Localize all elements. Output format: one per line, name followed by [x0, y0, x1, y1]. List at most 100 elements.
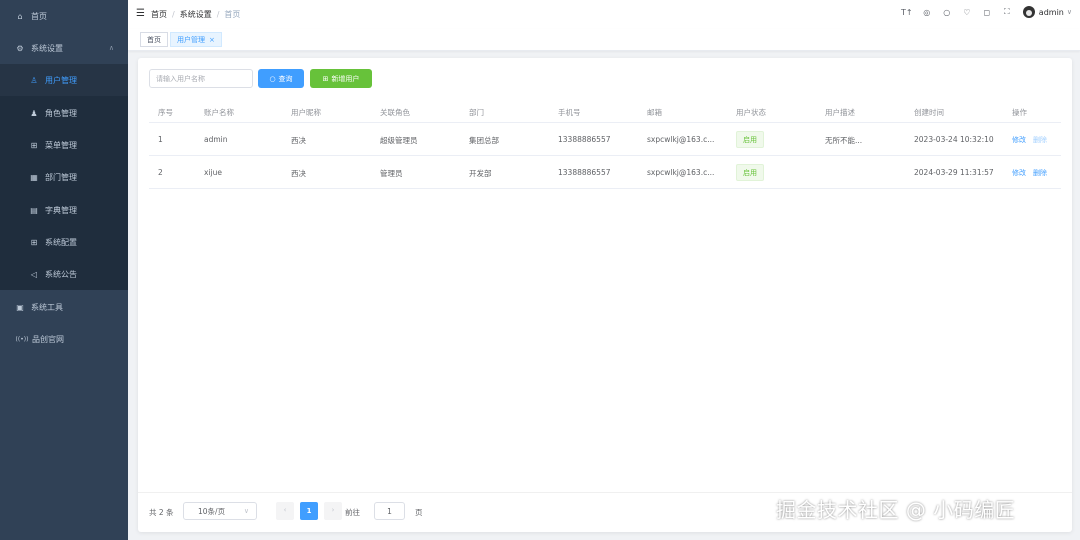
page-number-current[interactable]: 1: [300, 502, 318, 520]
edit-link[interactable]: 修改: [1012, 135, 1026, 145]
search-input[interactable]: [149, 69, 253, 88]
edit-link[interactable]: 修改: [1012, 168, 1026, 178]
cell-nickname: 西决: [291, 136, 306, 145]
cell-dept: 开发部: [469, 169, 492, 178]
sidebar-item-dept-management[interactable]: ▦ 部门管理: [0, 161, 128, 193]
cell-account: admin: [204, 135, 228, 144]
config-icon: ⊞: [30, 237, 38, 247]
sidebar-item-label: 菜单管理: [45, 140, 77, 150]
speaker-icon: ◁: [30, 269, 38, 279]
cell-role: 管理员: [380, 169, 403, 178]
tag-label: 用户管理: [177, 36, 205, 44]
cell-index: 1: [158, 135, 163, 144]
gear-icon: ⚙: [16, 43, 24, 53]
dictionary-icon: ▤: [30, 205, 38, 215]
column-header: 序号: [158, 108, 173, 117]
table-header: 序号 账户名称 用户昵称 关联角色 部门 手机号 邮箱 用户状态 用户描述 创建…: [149, 99, 1061, 123]
next-page-button[interactable]: ›: [324, 502, 342, 520]
goto-label: 前往: [345, 508, 360, 517]
sidebar-item-home[interactable]: ⌂ 首页: [0, 0, 128, 32]
cell-index: 2: [158, 168, 163, 177]
chevron-up-icon: ∧: [108, 44, 114, 52]
cell-phone: 13388886557: [558, 168, 611, 177]
sidebar-item-label: 系统设置: [31, 43, 63, 53]
sidebar-item-label: 部门管理: [45, 172, 77, 182]
cell-dept: 集团总部: [469, 136, 499, 145]
tag-user-management[interactable]: 用户管理 ×: [170, 32, 222, 47]
cell-nickname: 西决: [291, 169, 306, 178]
sidebar-item-system-tools[interactable]: ▣ 系统工具: [0, 291, 128, 323]
query-button-label: 查询: [278, 74, 293, 83]
breadcrumb-separator: /: [216, 10, 220, 19]
sidebar-item-label: 字典管理: [45, 205, 77, 215]
delete-link[interactable]: 删除: [1033, 135, 1047, 145]
avatar[interactable]: [1022, 6, 1035, 18]
grid-icon: ⊞: [30, 140, 38, 150]
user-icon: ♙: [30, 75, 38, 85]
sidebar: ⌂ 首页 ⚙ 系统设置 ∧ ♙ 用户管理 ♟ 角色管理 ⊞ 菜单管理 ▦ 部门管…: [0, 0, 128, 540]
sidebar-item-website[interactable]: ((•)) 品创官网: [0, 323, 128, 355]
column-header: 用户状态: [736, 108, 766, 117]
breadcrumb-item: 首页: [224, 10, 241, 19]
add-user-button[interactable]: ⊞ 新增用户: [310, 69, 372, 88]
page-jump-input[interactable]: 1: [374, 502, 405, 520]
column-header: 用户昵称: [291, 108, 321, 117]
add-user-button-label: 新增用户: [331, 74, 360, 83]
tag-home[interactable]: 首页: [140, 32, 168, 47]
column-header: 创建时间: [914, 108, 944, 117]
pagination-total: 共 2 条: [149, 508, 174, 517]
broadcast-icon: ((•)): [15, 335, 29, 343]
hamburger-icon[interactable]: ☰: [136, 8, 145, 19]
sidebar-item-label: 首页: [31, 11, 47, 21]
column-header: 用户描述: [825, 108, 855, 117]
page-size-select[interactable]: 10条/页 ∨: [183, 502, 257, 520]
sidebar-item-menu-management[interactable]: ⊞ 菜单管理: [0, 129, 128, 161]
sidebar-item-system-config[interactable]: ⊞ 系统配置: [0, 226, 128, 258]
search-icon: ○: [269, 74, 276, 83]
close-icon[interactable]: ×: [209, 36, 215, 44]
sidebar-item-label: 用户管理: [45, 75, 77, 85]
tools-icon: ▣: [16, 302, 24, 312]
column-header: 关联角色: [380, 108, 410, 117]
table-row: 2 xijue 西决 管理员 开发部 13388886557 sxpcwlkj@…: [149, 157, 1061, 189]
sidebar-item-label: 系统公告: [45, 269, 77, 279]
theme-icon[interactable]: ♡: [957, 8, 977, 17]
user-name[interactable]: admin: [1039, 8, 1064, 17]
sidebar-item-role-management[interactable]: ♟ 角色管理: [0, 97, 128, 129]
navbar-actions: T↑ ◎ ○ ♡ ◻ ⛶ admin ∨: [897, 6, 1072, 18]
sidebar-item-label: 系统工具: [31, 302, 63, 312]
column-header: 账户名称: [204, 108, 234, 117]
sidebar-item-label: 系统配置: [45, 237, 77, 247]
page-suffix-label: 页: [415, 508, 423, 517]
font-size-icon[interactable]: T↑: [897, 8, 917, 17]
prev-page-button[interactable]: ‹: [276, 502, 294, 520]
column-header: 操作: [1012, 108, 1027, 117]
breadcrumb-item[interactable]: 首页: [151, 10, 167, 19]
watermark: 掘金技术社区 @ 小码编匠: [776, 498, 1016, 522]
github-icon[interactable]: ◎: [917, 8, 937, 17]
chevron-down-icon[interactable]: ∨: [1067, 8, 1072, 16]
cell-phone: 13388886557: [558, 135, 611, 144]
cell-email: sxpcwlkj@163.c...: [647, 168, 715, 177]
table-row: 1 admin 西决 超级管理员 集团总部 13388886557 sxpcwl…: [149, 124, 1061, 156]
sidebar-item-dict-management[interactable]: ▤ 字典管理: [0, 194, 128, 226]
status-badge: 启用: [736, 164, 764, 181]
role-icon: ♟: [30, 108, 38, 118]
cell-email: sxpcwlkj@163.c...: [647, 135, 715, 144]
query-button[interactable]: ○ 查询: [258, 69, 304, 88]
cell-account: xijue: [204, 168, 222, 177]
breadcrumb: 首页 / 系统设置 / 首页: [151, 9, 240, 20]
breadcrumb-item: 系统设置: [179, 10, 212, 19]
sidebar-item-announcement[interactable]: ◁ 系统公告: [0, 258, 128, 290]
plus-icon: ⊞: [322, 74, 329, 83]
sidebar-item-system-settings[interactable]: ⚙ 系统设置 ∧: [0, 32, 128, 64]
status-badge: 启用: [736, 131, 764, 148]
sidebar-item-label: 品创官网: [32, 334, 64, 344]
delete-link[interactable]: 删除: [1033, 168, 1047, 178]
sidebar-item-user-management[interactable]: ♙ 用户管理: [0, 64, 128, 96]
bell-icon[interactable]: ◻: [977, 8, 997, 17]
breadcrumb-separator: /: [172, 10, 175, 19]
column-header: 手机号: [558, 108, 581, 117]
fullscreen-icon[interactable]: ⛶: [997, 7, 1017, 17]
question-icon[interactable]: ○: [937, 8, 957, 17]
